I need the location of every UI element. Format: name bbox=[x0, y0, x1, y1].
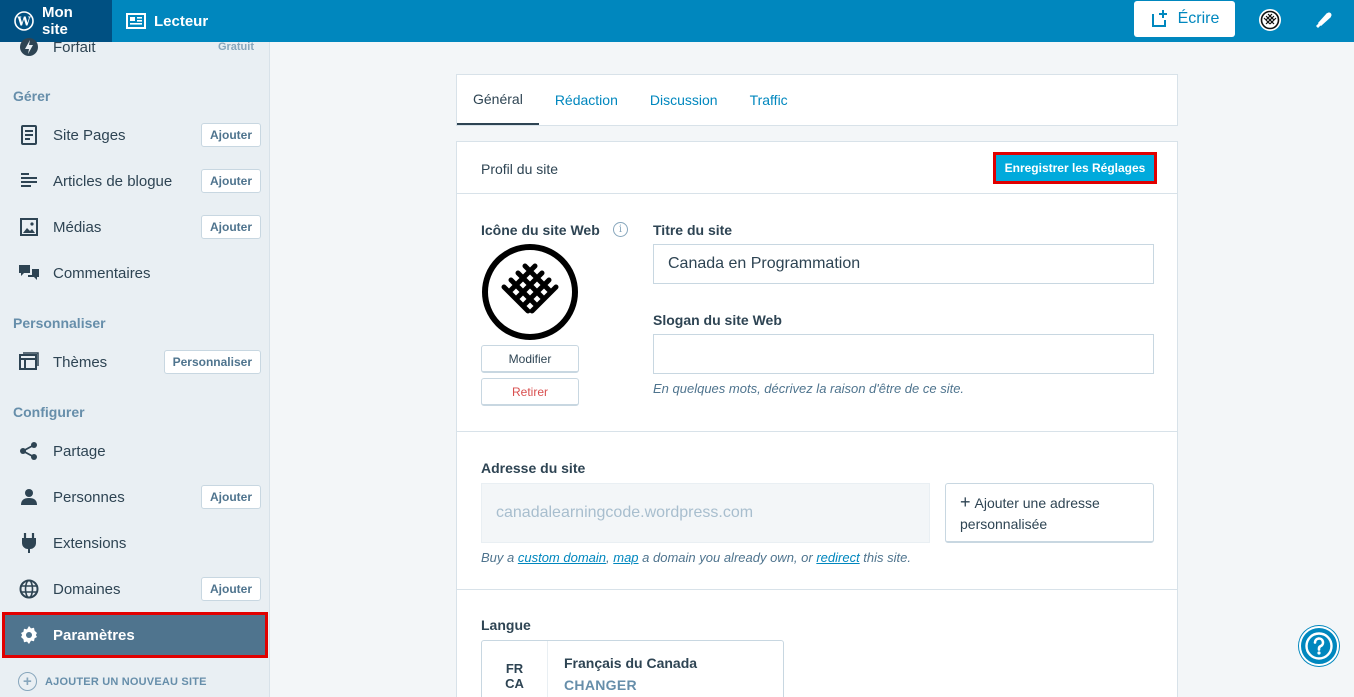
add-new-site-link[interactable]: + AJOUTER UN NOUVEAU SITE bbox=[18, 672, 207, 691]
add-site-label: AJOUTER UN NOUVEAU SITE bbox=[45, 675, 207, 688]
page-icon bbox=[18, 124, 40, 146]
share-icon bbox=[18, 440, 40, 462]
custom-domain-link[interactable]: custom domain bbox=[518, 550, 606, 565]
tagline-hint: En quelques mots, décrivez la raison d'ê… bbox=[653, 381, 965, 396]
section-title: Profil du site bbox=[481, 161, 559, 177]
section-heading-configure: Configurer bbox=[13, 404, 85, 420]
plus-circle-icon: + bbox=[18, 672, 37, 691]
site-address-label: Adresse du site bbox=[481, 460, 586, 476]
sidebar-item-label: Personnes bbox=[53, 488, 125, 506]
info-icon[interactable]: i bbox=[613, 222, 628, 237]
sidebar-item-themes[interactable]: Thèmes Personnaliser bbox=[0, 339, 270, 385]
sidebar-item-label: Forfait bbox=[53, 38, 96, 56]
plan-icon bbox=[18, 36, 40, 58]
map-domain-link[interactable]: map bbox=[613, 550, 638, 565]
plugin-icon bbox=[18, 532, 40, 554]
sidebar-item-plugins[interactable]: Extensions bbox=[0, 520, 270, 566]
plan-badge: Gratuit bbox=[217, 41, 254, 53]
tagline-label: Slogan du site Web bbox=[653, 312, 782, 328]
add-media-button[interactable]: Ajouter bbox=[201, 215, 261, 239]
change-language-link[interactable]: CHANGER bbox=[564, 677, 637, 693]
sidebar-item-label: Médias bbox=[53, 218, 102, 236]
add-domain-button[interactable]: Ajouter bbox=[201, 577, 261, 601]
save-settings-button[interactable]: Enregistrer les Réglages bbox=[993, 152, 1157, 184]
person-icon bbox=[18, 486, 40, 508]
tab-discussion[interactable]: Discussion bbox=[634, 75, 734, 125]
redirect-link[interactable]: redirect bbox=[816, 550, 859, 565]
hint-text: Buy a bbox=[481, 550, 518, 565]
notifications-bell-icon[interactable] bbox=[1312, 8, 1336, 32]
site-profile-card: Icône du site Web i Modifier Retirer Tit… bbox=[456, 193, 1178, 432]
site-title-label: Titre du site bbox=[653, 222, 733, 238]
themes-icon bbox=[18, 351, 40, 373]
write-label: Écrire bbox=[1177, 10, 1220, 27]
address-hint: Buy a custom domain, map a domain you al… bbox=[481, 550, 911, 565]
site-profile-header: Profil du site Enregistrer les Réglages bbox=[456, 141, 1178, 194]
sidebar-item-site-pages[interactable]: Site Pages Ajouter bbox=[0, 112, 270, 158]
profile-avatar[interactable] bbox=[1258, 8, 1282, 32]
add-address-label: Ajouter une adresse personnalisée bbox=[960, 495, 1100, 532]
site-title-input[interactable]: Canada en Programmation bbox=[653, 244, 1154, 284]
tab-writing[interactable]: Rédaction bbox=[539, 75, 634, 125]
write-icon bbox=[1151, 10, 1167, 27]
language-picker[interactable]: FR CA Français du Canada CHANGER bbox=[481, 640, 784, 697]
site-address-input: canadalearningcode.wordpress.com bbox=[481, 483, 930, 543]
hint-text: a domain you already own, or bbox=[638, 550, 817, 565]
language-code: FR CA bbox=[482, 641, 548, 697]
sidebar-item-label: Domaines bbox=[53, 580, 121, 598]
help-question-icon[interactable] bbox=[1299, 626, 1339, 666]
tab-traffic[interactable]: Traffic bbox=[734, 75, 804, 125]
sidebar-item-label: Site Pages bbox=[53, 126, 126, 144]
sidebar-item-settings[interactable]: Paramètres bbox=[2, 612, 268, 658]
tagline-input[interactable] bbox=[653, 334, 1154, 374]
sidebar-item-domains[interactable]: Domaines Ajouter bbox=[0, 566, 270, 612]
section-heading-personalize: Personnaliser bbox=[13, 315, 106, 331]
sidebar: Forfait Gratuit Gérer Site Pages Ajouter… bbox=[0, 38, 270, 697]
language-card: Langue FR CA Français du Canada CHANGER bbox=[456, 589, 1178, 697]
sidebar-item-comments[interactable]: Commentaires bbox=[0, 250, 270, 296]
tab-general[interactable]: Général bbox=[457, 75, 539, 125]
section-heading-manage: Gérer bbox=[13, 88, 51, 104]
sidebar-item-label: Commentaires bbox=[53, 264, 151, 282]
sidebar-item-label: Articles de blogue bbox=[53, 172, 173, 190]
site-icon-image bbox=[481, 243, 579, 341]
hint-text: this site. bbox=[859, 550, 911, 565]
sidebar-item-sharing[interactable]: Partage bbox=[0, 428, 270, 474]
sidebar-item-label: Paramètres bbox=[53, 626, 135, 644]
customize-button[interactable]: Personnaliser bbox=[163, 350, 261, 374]
sidebar-item-blog-posts[interactable]: Articles de blogue Ajouter bbox=[0, 158, 270, 204]
language-code-line: CA bbox=[505, 676, 524, 691]
sidebar-item-label: Partage bbox=[53, 442, 106, 460]
settings-tabs: Général Rédaction Discussion Traffic bbox=[456, 74, 1178, 126]
language-label: Langue bbox=[481, 617, 531, 633]
sidebar-item-label: Extensions bbox=[53, 534, 127, 552]
sidebar-item-plan[interactable]: Forfait Gratuit bbox=[0, 24, 270, 70]
sidebar-item-media[interactable]: Médias Ajouter bbox=[0, 204, 270, 250]
site-address-card: Adresse du site canadalearningcode.wordp… bbox=[456, 431, 1178, 590]
sidebar-item-label: Thèmes bbox=[53, 353, 108, 371]
write-button[interactable]: Écrire bbox=[1134, 1, 1235, 37]
add-custom-address-button[interactable]: + Ajouter une adresse personnalisée bbox=[945, 483, 1154, 543]
media-icon bbox=[18, 216, 40, 238]
comments-icon bbox=[18, 262, 40, 284]
language-code-line: FR bbox=[505, 661, 524, 676]
globe-icon bbox=[18, 578, 40, 600]
add-post-button[interactable]: Ajouter bbox=[201, 169, 261, 193]
add-page-button[interactable]: Ajouter bbox=[201, 123, 261, 147]
modify-icon-button[interactable]: Modifier bbox=[481, 345, 579, 373]
language-name: Français du Canada bbox=[564, 655, 698, 671]
site-icon-label: Icône du site Web bbox=[481, 222, 600, 238]
sidebar-item-people[interactable]: Personnes Ajouter bbox=[0, 474, 270, 520]
gear-icon bbox=[18, 624, 40, 646]
add-person-button[interactable]: Ajouter bbox=[201, 485, 261, 509]
posts-icon bbox=[18, 170, 40, 192]
plus-icon: + bbox=[960, 492, 971, 512]
remove-icon-button[interactable]: Retirer bbox=[481, 378, 579, 406]
